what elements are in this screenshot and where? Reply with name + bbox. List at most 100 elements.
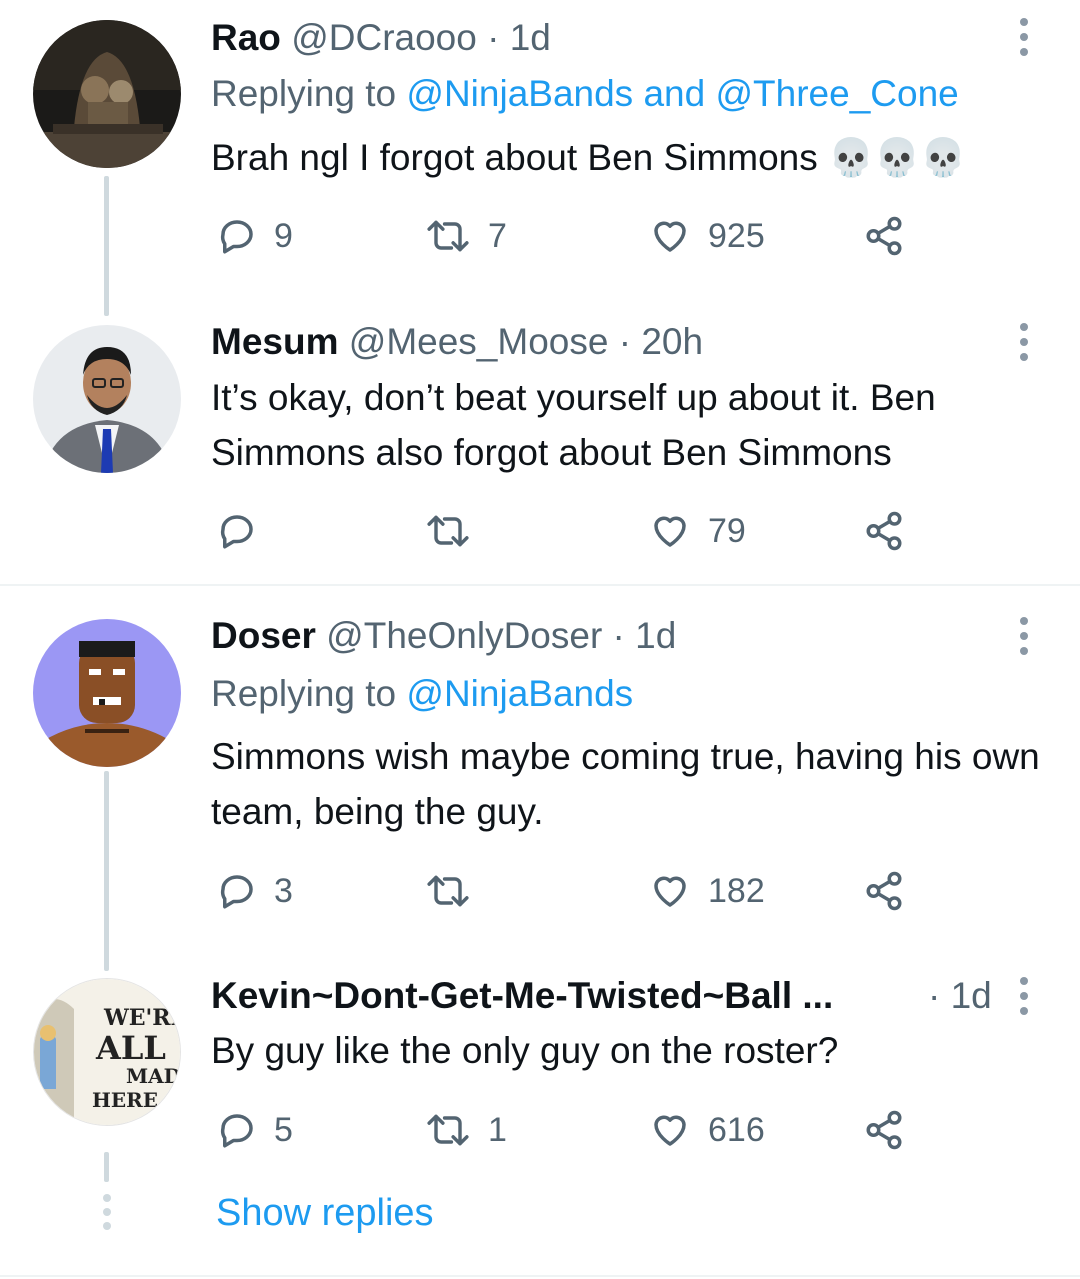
skull-emoji: 💀💀💀 (828, 137, 967, 178)
like-icon (654, 1115, 686, 1146)
avatar-mesum[interactable] (33, 325, 181, 473)
tweet-header: Kevin~Dont-Get-Me-Twisted~Ball ... (211, 974, 833, 1018)
retweet-count: 7 (488, 216, 507, 255)
timestamp[interactable]: 20h (641, 321, 703, 362)
timestamp[interactable]: 1d (510, 17, 551, 58)
user-handle[interactable]: @Mees_Moose (349, 321, 609, 362)
mention-link[interactable]: @Three_Cone (715, 73, 958, 114)
share-icon (866, 511, 902, 551)
like-count: 79 (708, 511, 746, 550)
share-button[interactable] (862, 214, 906, 258)
retweet-icon (427, 220, 469, 252)
mention-link[interactable]: @NinjaBands (406, 73, 633, 114)
separator-dot: · (487, 17, 500, 58)
retweet-button[interactable]: 1 (424, 1108, 507, 1152)
retweet-icon (427, 1114, 469, 1146)
reply-button[interactable]: 5 (216, 1108, 293, 1152)
separator-dot: · (618, 321, 632, 362)
avatar-kevin[interactable]: WE'RE ALL MAD HERE (33, 978, 181, 1126)
share-button[interactable] (862, 509, 906, 553)
timestamp[interactable]: 1d (635, 615, 676, 656)
tweet-mesum[interactable]: Mesum @Mees_Moose · 20h It’s okay, don’t… (0, 300, 1080, 584)
more-options-icon[interactable] (1016, 322, 1032, 362)
user-handle[interactable]: @DCraooo (291, 17, 477, 58)
like-button[interactable]: 182 (648, 869, 765, 913)
retweet-icon (427, 875, 469, 907)
reply-count: 9 (274, 216, 293, 255)
more-options-icon[interactable] (1016, 17, 1032, 57)
display-name[interactable]: Mesum (211, 321, 338, 362)
avatar-text-line: MAD (126, 1064, 180, 1088)
bottom-divider (0, 1275, 1080, 1277)
timestamp[interactable]: 1d (951, 975, 992, 1016)
tweet-text: By guy like the only guy on the roster? (211, 1030, 839, 1071)
reply-button[interactable]: 3 (216, 869, 293, 913)
tweet-text: It’s okay, don’t beat yourself up about … (211, 377, 936, 473)
reply-count: 3 (274, 871, 293, 910)
avatar-text-line: HERE (92, 1088, 158, 1112)
retweet-button[interactable]: 7 (424, 214, 507, 258)
like-count: 182 (708, 871, 765, 910)
like-icon (654, 876, 686, 907)
retweet-button[interactable] (424, 869, 488, 913)
thread-line (104, 1152, 109, 1182)
avatar-doser-image (33, 619, 181, 767)
reply-count: 5 (274, 1110, 293, 1149)
tweet-header: Doser @TheOnlyDoser · 1d (211, 614, 676, 658)
show-replies-link[interactable]: Show replies (216, 1192, 434, 1235)
display-name[interactable]: Doser (211, 615, 316, 656)
tweet-actions: 9 7 925 (216, 214, 936, 258)
tweet-actions: 5 1 616 (216, 1108, 936, 1152)
like-button[interactable]: 79 (648, 509, 746, 553)
tweet-text: Simmons wish maybe coming true, having h… (211, 736, 1040, 832)
like-button[interactable]: 616 (648, 1108, 765, 1152)
display-name[interactable]: Kevin~Dont-Get-Me-Twisted~Ball ... (211, 975, 833, 1016)
separator-dot: · (612, 615, 625, 656)
reply-icon (220, 220, 253, 254)
tweet-doser[interactable]: Doser @TheOnlyDoser · 1d Replying to @Ni… (0, 586, 1080, 971)
tweet-header: Mesum @Mees_Moose · 20h (211, 320, 703, 364)
tweet-actions: 79 (216, 509, 936, 553)
retweet-button[interactable] (424, 509, 488, 553)
tweet-actions: 3 182 (216, 869, 936, 913)
user-handle[interactable]: @TheOnlyDoser (326, 615, 602, 656)
reply-button[interactable] (216, 509, 274, 553)
tweet-kevin[interactable]: WE'RE ALL MAD HERE Kevin~Dont-Get-Me-Twi… (0, 960, 1080, 1182)
thread-line (104, 176, 109, 316)
like-count: 925 (708, 216, 765, 255)
mention-link[interactable]: @NinjaBands (406, 673, 633, 714)
replying-and: and (633, 73, 716, 114)
like-button[interactable]: 925 (648, 214, 765, 258)
tweet-rao[interactable]: Rao @DCraooo · 1d Replying to @NinjaBand… (0, 0, 1080, 316)
replying-prefix: Replying to (211, 73, 407, 114)
replying-prefix: Replying to (211, 673, 407, 714)
share-button[interactable] (862, 1108, 906, 1152)
avatar-rao[interactable] (33, 20, 181, 168)
share-button[interactable] (862, 869, 906, 913)
avatar-kevin-image: WE'RE ALL MAD HERE (34, 979, 180, 1125)
display-name[interactable]: Rao (211, 17, 281, 58)
like-count: 616 (708, 1110, 765, 1149)
more-options-icon[interactable] (1016, 616, 1032, 656)
thread-line (104, 771, 109, 971)
avatar-doser[interactable] (33, 619, 181, 767)
replying-to: Replying to @NinjaBands and @Three_Cone (211, 72, 959, 116)
like-icon (654, 221, 686, 252)
avatar-text-line: WE'RE (103, 1005, 180, 1031)
retweet-icon (427, 515, 469, 547)
like-icon (654, 516, 686, 547)
share-icon (866, 216, 902, 256)
tweet-header: Rao @DCraooo · 1d (211, 16, 551, 60)
thread-continuation-icon (103, 1194, 111, 1230)
replying-to: Replying to @NinjaBands (211, 672, 633, 716)
tweet-text-content: Brah ngl I forgot about Ben Simmons (211, 137, 818, 178)
reply-button[interactable]: 9 (216, 214, 293, 258)
share-icon (866, 871, 902, 911)
avatar-text-line: ALL (95, 1029, 166, 1067)
avatar-rao-image (33, 20, 181, 168)
separator-dot: · (928, 975, 941, 1016)
tweet-time: · 1d (928, 974, 992, 1018)
reply-icon (220, 515, 253, 549)
reply-icon (220, 875, 253, 909)
more-options-icon[interactable] (1016, 976, 1032, 1016)
